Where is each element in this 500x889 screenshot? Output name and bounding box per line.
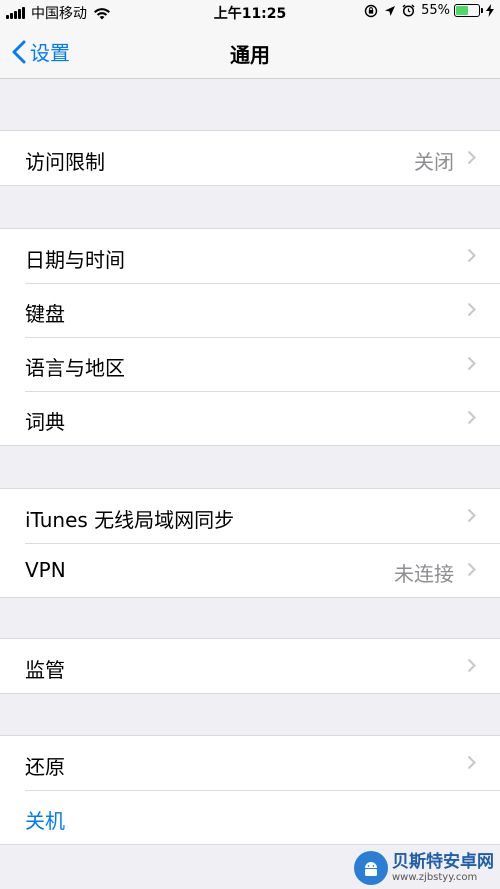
- row-value: 未连接: [394, 562, 454, 586]
- row-label: 词典: [25, 410, 65, 434]
- row-label: 监管: [25, 658, 65, 682]
- row-label: 键盘: [25, 302, 65, 326]
- row-label: VPN: [25, 558, 66, 582]
- row-label: 语言与地区: [25, 356, 125, 380]
- location-arrow-icon: [385, 5, 396, 16]
- settings-group-network: iTunes 无线局域网同步 VPN 未连接: [0, 488, 500, 598]
- battery-percent: 55%: [421, 3, 450, 18]
- settings-row-reset[interactable]: 还原: [0, 736, 500, 790]
- chevron-right-icon: [467, 755, 476, 770]
- row-label: 访问限制: [25, 150, 105, 174]
- chevron-right-icon: [467, 150, 476, 165]
- status-right: 55%: [358, 3, 494, 18]
- settings-group-reset: 还原 关机: [0, 735, 500, 845]
- row-value: 关闭: [414, 150, 454, 174]
- chevron-right-icon: [467, 658, 476, 673]
- rotation-lock-icon: [364, 4, 378, 17]
- settings-row-dictionary[interactable]: 词典: [0, 391, 500, 445]
- settings-row-shut-down[interactable]: 关机: [0, 790, 500, 844]
- watermark-logo-icon: [354, 851, 388, 885]
- shut-down-button[interactable]: 关机: [25, 805, 65, 834]
- settings-row-keyboard[interactable]: 键盘: [0, 283, 500, 337]
- chevron-right-icon: [467, 508, 476, 523]
- chevron-right-icon: [467, 356, 476, 371]
- row-label: 还原: [25, 755, 65, 779]
- battery-icon: [454, 4, 483, 17]
- page-title: 通用: [230, 43, 270, 67]
- navigation-bar: 设置 通用: [0, 26, 500, 79]
- settings-row-itunes-wifi-sync[interactable]: iTunes 无线局域网同步: [0, 489, 500, 543]
- chevron-right-icon: [467, 410, 476, 425]
- watermark-url: www.zjbstyy.com: [392, 872, 478, 883]
- settings-group-supervision: 监管: [0, 638, 500, 694]
- settings-row-restrictions[interactable]: 访问限制 关闭: [0, 131, 500, 185]
- settings-row-vpn[interactable]: VPN 未连接: [0, 543, 500, 597]
- chevron-right-icon: [467, 562, 476, 577]
- watermark-text: 贝斯特安卓网 www.zjbstyy.com: [392, 852, 494, 884]
- settings-row-date-time[interactable]: 日期与时间: [0, 229, 500, 283]
- settings-row-language-region[interactable]: 语言与地区: [0, 337, 500, 391]
- row-label: 日期与时间: [25, 248, 125, 272]
- settings-row-supervision[interactable]: 监管: [0, 639, 500, 693]
- site-watermark: 贝斯特安卓网 www.zjbstyy.com: [354, 851, 494, 885]
- status-bar: 中国移动 上午11:25 55%: [0, 0, 500, 26]
- watermark-name: 贝斯特安卓网: [392, 852, 494, 872]
- android-robot-icon: [365, 862, 377, 876]
- battery-fill: [456, 6, 468, 15]
- charging-bolt-icon: [486, 4, 494, 17]
- settings-group-restrictions: 访问限制 关闭: [0, 130, 500, 186]
- chevron-right-icon: [467, 302, 476, 317]
- settings-group-locale: 日期与时间 键盘 语言与地区 词典: [0, 228, 500, 446]
- row-label: iTunes 无线局域网同步: [25, 508, 235, 532]
- chevron-right-icon: [467, 248, 476, 263]
- alarm-clock-icon: [402, 4, 415, 17]
